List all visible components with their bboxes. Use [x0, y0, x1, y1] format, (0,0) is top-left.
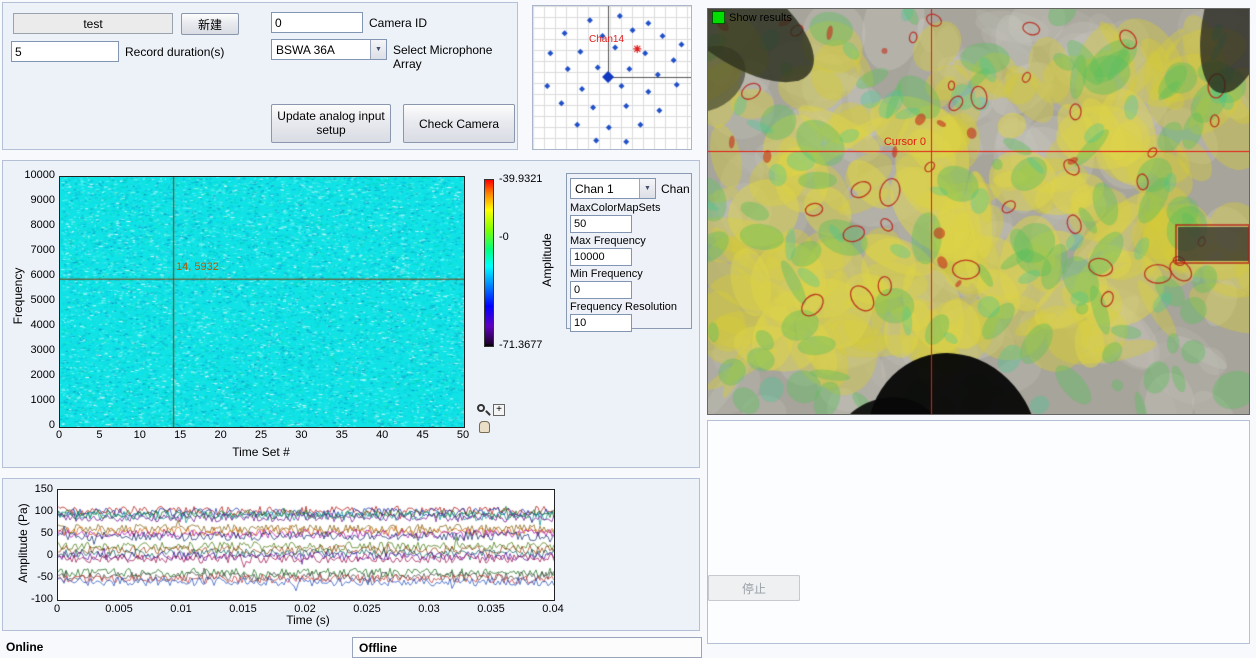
tick-label: 2000: [13, 369, 55, 381]
stop-button[interactable]: 停止: [708, 575, 800, 601]
max-colormap-label: MaxColorMapSets: [570, 202, 688, 214]
action-panel: 开始 保存 停止: [707, 420, 1250, 644]
max-frequency-label: Max Frequency: [570, 235, 688, 247]
tick-label: 50: [448, 429, 478, 441]
graph-tools: +: [477, 404, 507, 438]
colorbar-max-label: -39.9321: [499, 173, 542, 185]
tick-label: 6000: [13, 269, 55, 281]
tick-label: 0: [17, 549, 53, 561]
waveform-panel: Amplitude (Pa) Time (s) 150100500-50-100…: [2, 478, 700, 631]
tick-label: 8000: [13, 219, 55, 231]
tick-label: 4000: [13, 319, 55, 331]
tick-label: 1000: [13, 394, 55, 406]
tick-label: 0.025: [349, 603, 385, 615]
max-colormap-input[interactable]: [570, 215, 632, 233]
acoustic-camera-view: Show results Cursor 0: [707, 8, 1250, 415]
tick-label: 0.04: [535, 603, 571, 615]
tick-label: 45: [408, 429, 438, 441]
tick-label: 150: [17, 483, 53, 495]
tick-label: 35: [327, 429, 357, 441]
tick-label: 10: [125, 429, 155, 441]
tick-label: 0: [39, 603, 75, 615]
camera-cursor-label: Cursor 0: [868, 136, 926, 148]
camera-id-input[interactable]: [271, 12, 363, 33]
frequency-resolution-input[interactable]: [570, 314, 632, 332]
tick-label: 5: [84, 429, 114, 441]
tick-label: 40: [367, 429, 397, 441]
spectrogram-cursor-label: 14, 5932: [176, 261, 219, 273]
tick-label: 0.02: [287, 603, 323, 615]
mic-array-select[interactable]: BSWA 36A ▼: [271, 39, 387, 60]
waveform-xlabel: Time (s): [228, 613, 388, 627]
config-panel: test 新建 Camera ID Record duration(s) BSW…: [2, 2, 518, 150]
min-frequency-input[interactable]: [570, 281, 632, 299]
mic-array-label: Select Microphone Array: [393, 43, 517, 71]
cursor-tool-icon[interactable]: +: [493, 404, 505, 416]
spectrogram-canvas[interactable]: [59, 176, 465, 428]
tick-label: 0.01: [163, 603, 199, 615]
offline-status-label: Offline: [359, 641, 397, 655]
tick-label: 0.005: [101, 603, 137, 615]
colorbar-min-label: -71.3677: [499, 339, 542, 351]
show-results-label: Show results: [729, 12, 792, 24]
tick-label: 0.03: [411, 603, 447, 615]
new-button[interactable]: 新建: [181, 13, 239, 35]
check-camera-button[interactable]: Check Camera: [403, 104, 515, 143]
tick-label: 25: [246, 429, 276, 441]
channel-select[interactable]: Chan 1 ▼: [570, 178, 656, 199]
session-name-field[interactable]: test: [13, 13, 173, 34]
show-results-checkbox[interactable]: [712, 11, 725, 24]
spectrogram-controls: Chan 1 ▼ Chan MaxColorMapSets Max Freque…: [566, 173, 692, 329]
tick-label: 7000: [13, 244, 55, 256]
tick-label: 10000: [13, 169, 55, 181]
update-analog-input-button[interactable]: Update analog input setup: [271, 104, 391, 143]
tick-label: 0.035: [473, 603, 509, 615]
record-duration-label: Record duration(s): [125, 45, 224, 59]
tick-label: 0: [44, 429, 74, 441]
chevron-down-icon: ▼: [639, 179, 655, 198]
mic-array-select-value: BSWA 36A: [276, 43, 335, 57]
show-results-control[interactable]: Show results: [712, 11, 792, 24]
tick-label: 3000: [13, 344, 55, 356]
highlighted-channel-label: Chan14: [589, 34, 624, 45]
amplitude-colorbar: [484, 179, 494, 347]
tick-label: 15: [165, 429, 195, 441]
mic-array-canvas[interactable]: [533, 6, 691, 149]
colorbar-axis-label: Amplitude: [540, 222, 554, 298]
acoustic-camera-app: test 新建 Camera ID Record duration(s) BSW…: [0, 0, 1256, 658]
tick-label: 100: [17, 505, 53, 517]
tick-label: -50: [17, 571, 53, 583]
min-frequency-label: Min Frequency: [570, 268, 688, 280]
chevron-down-icon: ▼: [370, 40, 386, 59]
offline-status-box: Offline: [352, 637, 702, 658]
online-status-label: Online: [6, 640, 43, 654]
mic-array-plot: Chan14: [532, 5, 692, 150]
pan-tool-icon[interactable]: [479, 421, 490, 433]
tick-label: 20: [206, 429, 236, 441]
tick-label: 30: [286, 429, 316, 441]
tick-label: 50: [17, 527, 53, 539]
channel-select-value: Chan 1: [575, 182, 614, 196]
zoom-tool-icon[interactable]: [477, 404, 490, 417]
tick-label: 0.015: [225, 603, 261, 615]
spectrogram-xlabel: Time Set #: [181, 445, 341, 459]
camera-id-label: Camera ID: [369, 16, 427, 30]
waveform-canvas[interactable]: [57, 489, 555, 601]
tick-label: 5000: [13, 294, 55, 306]
spectrogram-panel: Frequency 14, 5932 Time Set # -39.9321 -…: [2, 160, 700, 468]
channel-select-label: Chan: [661, 182, 690, 196]
camera-image-canvas[interactable]: [708, 9, 1249, 414]
colorbar-mid-label: -0: [499, 231, 509, 243]
max-frequency-input[interactable]: [570, 248, 632, 266]
tick-label: 9000: [13, 194, 55, 206]
frequency-resolution-label: Frequency Resolution: [570, 301, 688, 313]
record-duration-input[interactable]: [11, 41, 119, 62]
